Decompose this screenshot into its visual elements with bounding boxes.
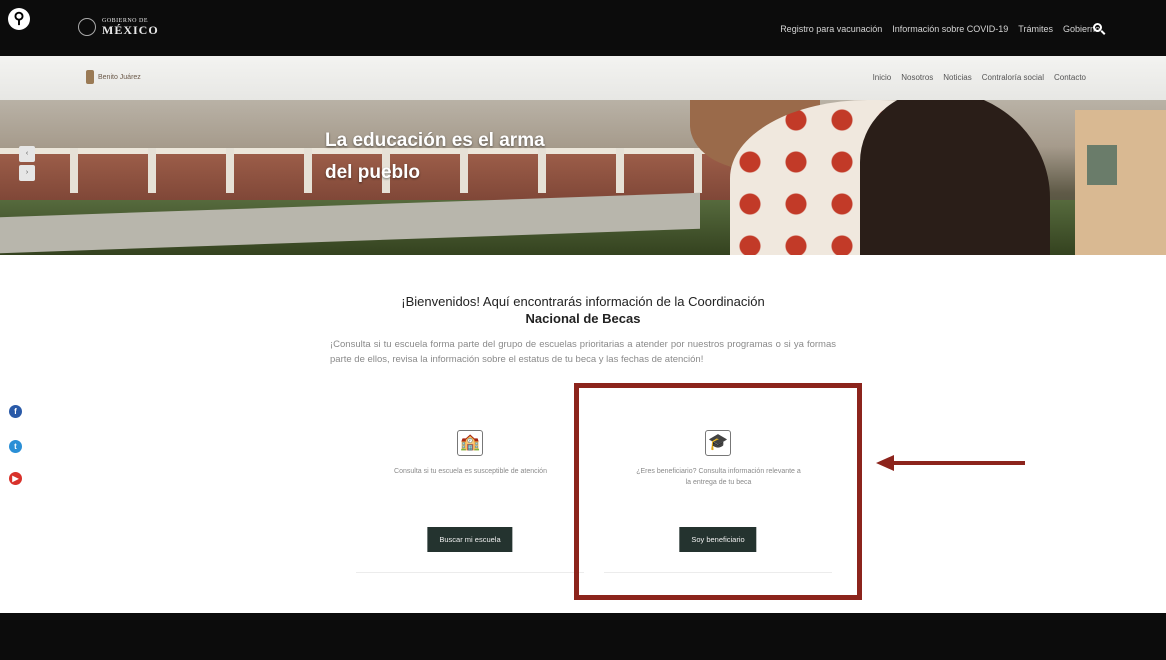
site-logo-text: Benito Juárez [98, 73, 141, 81]
slider-next-button[interactable]: › [19, 165, 35, 181]
highlight-box [574, 383, 862, 600]
top-bar: ⚲ GOBIERNO DE MÉXICO Registro para vacun… [0, 0, 1166, 56]
nav-contacto[interactable]: Contacto [1054, 73, 1086, 82]
hero-title-line1: La educación es el arma [325, 130, 545, 151]
accessibility-icon[interactable]: ⚲ [8, 8, 30, 30]
nav-nosotros[interactable]: Nosotros [901, 73, 933, 82]
hero-title: La educación es el arma del pueblo [325, 125, 625, 189]
footer [0, 613, 1166, 660]
facebook-icon[interactable]: f [9, 405, 22, 418]
seal-icon [78, 18, 96, 36]
school-card: 🏫 Consulta si tu escuela es susceptible … [346, 400, 594, 578]
school-card-text: Consulta si tu escuela es susceptible de… [394, 468, 547, 475]
arrow-left-icon [876, 455, 894, 471]
intro-text: ¡Consulta si tu escuela forma parte del … [330, 339, 836, 365]
nav-inicio[interactable]: Inicio [873, 73, 892, 82]
hero-hair [860, 100, 1050, 255]
emblem-icon [86, 70, 94, 84]
search-icon[interactable] [1093, 23, 1102, 32]
hero-title-line2: del pueblo [325, 162, 420, 183]
arrow-shaft [893, 461, 1025, 465]
site-nav-bar: Benito Juárez Inicio Nosotros Noticias C… [0, 56, 1166, 100]
nav-covid[interactable]: Información sobre COVID-19 [892, 24, 1008, 34]
youtube-icon[interactable]: ▶ [9, 472, 22, 485]
slider-prev-button[interactable]: ‹ [19, 146, 35, 162]
nav-noticias[interactable]: Noticias [943, 73, 971, 82]
welcome-line1: ¡Bienvenidos! Aquí encontrarás informaci… [401, 294, 765, 309]
buscar-escuela-button[interactable]: Buscar mi escuela [427, 527, 513, 552]
nav-tramites[interactable]: Trámites [1018, 24, 1053, 34]
top-nav: Registro para vacunación Información sob… [770, 24, 1100, 34]
gov-logo-line2: MÉXICO [102, 23, 159, 37]
site-logo[interactable]: Benito Juárez [86, 70, 141, 84]
gov-logo[interactable]: GOBIERNO DE MÉXICO [78, 18, 159, 36]
twitter-icon[interactable]: t [9, 440, 22, 453]
nav-contraloria[interactable]: Contraloría social [982, 73, 1044, 82]
main-nav: Inicio Nosotros Noticias Contraloría soc… [863, 73, 1086, 82]
hero-building [1075, 110, 1166, 255]
card-divider [356, 572, 584, 573]
nav-vacunacion[interactable]: Registro para vacunación [780, 24, 882, 34]
school-icon: 🏫 [457, 430, 483, 456]
welcome-heading: ¡Bienvenidos! Aquí encontrarás informaci… [330, 293, 836, 327]
welcome-line2: Nacional de Becas [525, 311, 641, 326]
